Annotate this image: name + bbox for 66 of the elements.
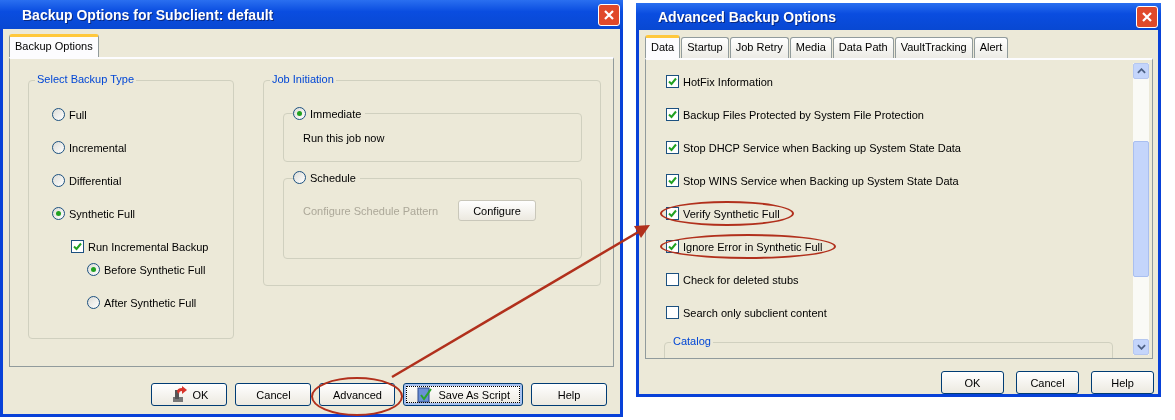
radio-button[interactable] <box>87 263 100 276</box>
scroll-down-button[interactable] <box>1133 339 1149 355</box>
checkbox[interactable] <box>666 240 679 253</box>
dialog-button[interactable]: Help <box>1091 371 1154 394</box>
group-title: Job Initiation <box>270 73 336 85</box>
scroll-thumb[interactable] <box>1133 141 1149 277</box>
dialog-button[interactable]: OK <box>941 371 1004 394</box>
checkbox-label: HotFix Information <box>683 75 773 88</box>
dialog-button[interactable]: Advanced <box>319 383 396 406</box>
radio-button[interactable] <box>52 174 65 187</box>
description-text: Run this job now <box>303 132 386 144</box>
tab[interactable]: Alert <box>973 37 1009 58</box>
checkbox-label: Verify Synthetic Full <box>683 207 780 220</box>
window-title: Advanced Backup Options <box>658 8 837 25</box>
checkbox-label: Check for deleted stubs <box>683 273 799 286</box>
radio-label: Before Synthetic Full <box>104 263 206 276</box>
tab[interactable]: Data Path <box>832 37 894 58</box>
radio-label: Incremental <box>69 141 127 154</box>
group-title: Select Backup Type <box>35 73 137 85</box>
tab[interactable]: VaultTracking <box>894 37 973 58</box>
dialog-button[interactable]: Save As Script <box>403 383 523 406</box>
exit-arrow-icon <box>170 385 189 404</box>
tab[interactable]: Startup <box>681 37 729 58</box>
checkbox[interactable] <box>666 75 679 88</box>
tab[interactable]: Media <box>789 37 832 58</box>
dialog-button[interactable]: Help <box>531 383 607 406</box>
checkbox-label: Run Incremental Backup <box>88 240 209 253</box>
radio-button[interactable] <box>52 141 65 154</box>
checkbox[interactable] <box>666 174 679 187</box>
radio-label: Schedule <box>310 171 356 184</box>
tab[interactable]: Job Retry <box>729 37 789 58</box>
close-icon <box>1141 10 1153 23</box>
window-title: Backup Options for Subclient: default <box>22 6 274 23</box>
scrollbar[interactable] <box>1133 63 1149 355</box>
checkbox[interactable] <box>666 273 679 286</box>
checkbox[interactable] <box>666 207 679 220</box>
schedule-pattern-label: Configure Schedule Pattern <box>303 204 439 217</box>
checkbox-label: Stop DHCP Service when Backing up System State Data <box>683 141 961 154</box>
tab[interactable]: Backup Options <box>9 34 99 57</box>
radio-button[interactable] <box>52 207 65 220</box>
radio-button[interactable] <box>293 107 306 120</box>
checkbox-label: Search only subclient content <box>683 306 827 319</box>
dialog-button[interactable]: Cancel <box>1016 371 1079 394</box>
radio-button[interactable] <box>52 108 65 121</box>
checkbox[interactable] <box>71 240 84 253</box>
checkbox-label: Stop WINS Service when Backing up System State Data <box>683 174 959 187</box>
scroll-up-button[interactable] <box>1133 63 1149 79</box>
radio-label: Differential <box>69 174 122 187</box>
tab[interactable]: Data <box>645 35 681 58</box>
close-button[interactable] <box>1136 5 1158 28</box>
close-icon <box>603 8 615 21</box>
dialog-button[interactable]: Cancel <box>235 383 312 406</box>
radio-label: Immediate <box>310 107 362 120</box>
script-icon <box>416 385 435 404</box>
radio-label: After Synthetic Full <box>104 296 197 309</box>
radio-button[interactable] <box>87 296 100 309</box>
close-button[interactable] <box>598 3 620 26</box>
radio-label: Synthetic Full <box>69 207 136 220</box>
checkbox-label: Ignore Error in Synthetic Full <box>683 240 823 253</box>
checkbox[interactable] <box>666 306 679 319</box>
group-title: Catalog <box>671 335 713 347</box>
checkbox[interactable] <box>666 108 679 121</box>
dialog-button[interactable]: OK <box>151 383 228 406</box>
radio-label: Full <box>69 108 87 121</box>
checkbox[interactable] <box>666 141 679 154</box>
checkbox-label: Backup Files Protected by System File Protection <box>683 108 924 121</box>
